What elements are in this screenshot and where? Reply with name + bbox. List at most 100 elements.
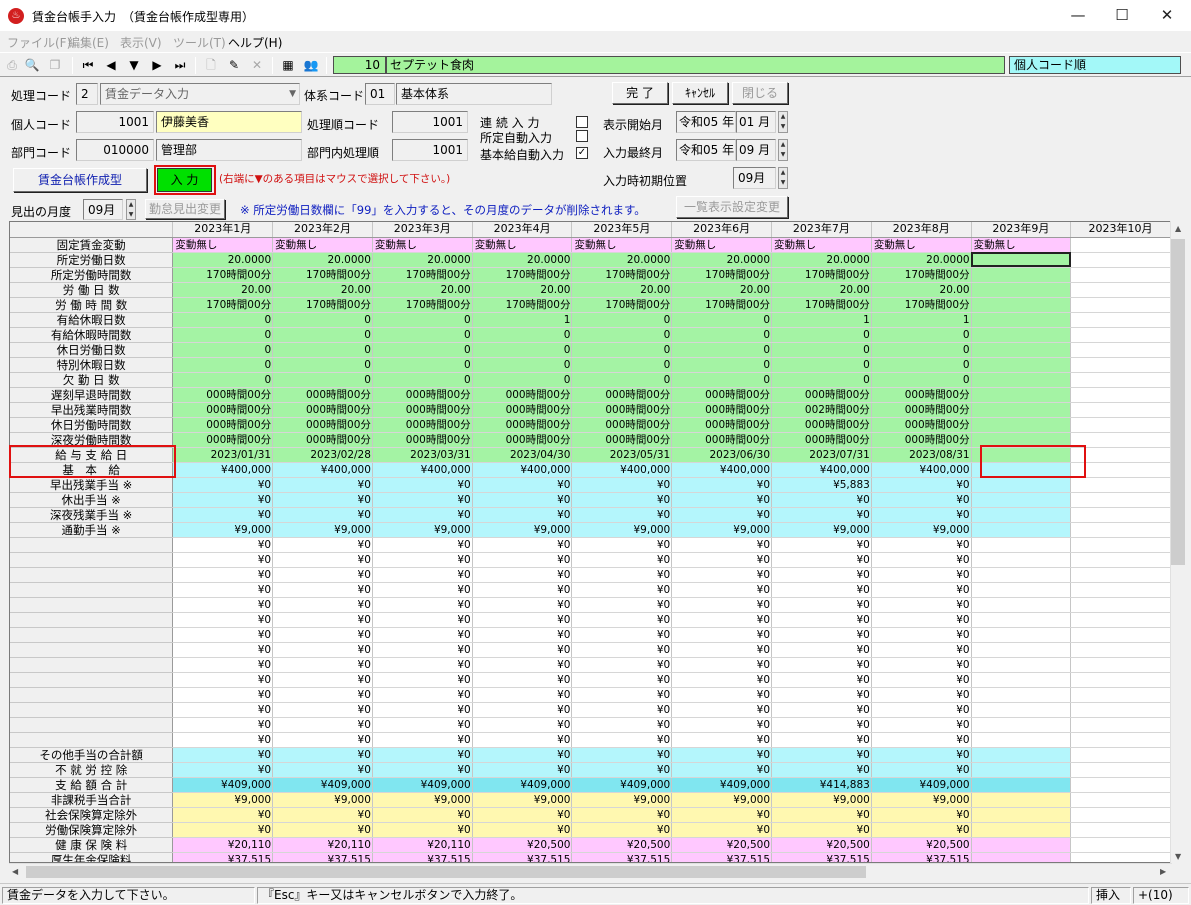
grid-cell[interactable]: ¥0	[671, 762, 773, 778]
grid-cell[interactable]: 170時間00分	[472, 267, 573, 283]
grid-cell[interactable]: ¥0	[771, 732, 872, 748]
grid-cell[interactable]	[1070, 552, 1171, 568]
grid-cell[interactable]: ¥9,000	[372, 792, 473, 808]
init-pos-field[interactable]: 09月	[733, 167, 776, 189]
grid-cell[interactable]: ¥0	[771, 657, 872, 673]
grid-cell[interactable]: 2023/04/30	[472, 447, 573, 463]
grid-cell[interactable]: ¥9,000	[272, 522, 373, 538]
month-header[interactable]: 2023年10月	[1070, 222, 1171, 238]
grid-cell[interactable]: ¥0	[172, 687, 274, 703]
grid-cell[interactable]: ¥0	[472, 612, 573, 628]
grid-cell[interactable]: 0	[372, 342, 473, 358]
grid-cell[interactable]: ¥400,000	[172, 462, 274, 478]
grid-cell[interactable]: 000時間00分	[871, 432, 972, 448]
grid-cell[interactable]	[971, 267, 1072, 283]
heading-month-field[interactable]: 09月	[83, 199, 123, 220]
grid-cell[interactable]: 2023/06/30	[671, 447, 773, 463]
grid-cell[interactable]: ¥0	[272, 732, 373, 748]
grid-cell[interactable]: 変動無し	[472, 237, 573, 253]
scroll-left-icon[interactable]: ◀	[12, 867, 18, 876]
grid-cell[interactable]: ¥0	[372, 597, 473, 613]
grid-cell[interactable]: ¥0	[671, 552, 773, 568]
grid-cell[interactable]: 20.00	[871, 282, 972, 298]
grid-cell[interactable]: ¥0	[172, 507, 274, 523]
grid-cell[interactable]	[971, 702, 1072, 718]
grid-cell[interactable]: ¥0	[671, 732, 773, 748]
grid-cell[interactable]: 0	[172, 357, 274, 373]
grid-cell[interactable]: ¥0	[571, 657, 673, 673]
grid-cell[interactable]: ¥0	[372, 807, 473, 823]
grid-cell[interactable]: ¥0	[871, 657, 972, 673]
grid-cell[interactable]: ¥0	[571, 762, 673, 778]
grid-cell[interactable]: 1	[771, 312, 872, 328]
grid-cell[interactable]	[971, 417, 1072, 433]
grid-cell[interactable]: ¥0	[472, 732, 573, 748]
grid-cell[interactable]	[1070, 297, 1171, 313]
grid-cell[interactable]: ¥400,000	[372, 462, 473, 478]
grid-cell[interactable]	[971, 807, 1072, 823]
grid-cell[interactable]: ¥0	[671, 567, 773, 583]
grid-cell[interactable]: 000時間00分	[172, 432, 274, 448]
grid-cell[interactable]: ¥0	[771, 747, 872, 763]
grid-cell[interactable]: ¥0	[472, 642, 573, 658]
menu-tools[interactable]: ツール(T)	[173, 34, 226, 51]
grid-cell[interactable]: ¥0	[571, 747, 673, 763]
grid-cell[interactable]: ¥0	[272, 627, 373, 643]
grid-cell[interactable]	[1070, 687, 1171, 703]
grid-cell[interactable]	[971, 522, 1072, 538]
grid-cell[interactable]: ¥0	[472, 477, 573, 493]
grid-cell[interactable]: ¥0	[771, 537, 872, 553]
grid-cell[interactable]	[971, 672, 1072, 688]
grid-cell[interactable]: 0	[372, 312, 473, 328]
grid-cell[interactable]	[1070, 522, 1171, 538]
grid-cell[interactable]: 000時間00分	[771, 387, 872, 403]
grid-cell[interactable]: 0	[272, 312, 373, 328]
grid-cell[interactable]: 000時間00分	[272, 417, 373, 433]
grid-cell[interactable]: ¥0	[372, 747, 473, 763]
grid-cell[interactable]: ¥37,515	[671, 852, 773, 862]
grid-cell[interactable]: ¥0	[272, 477, 373, 493]
grid-cell[interactable]: 変動無し	[971, 237, 1072, 253]
grid-cell[interactable]: ¥0	[771, 642, 872, 658]
grid-cell[interactable]: ¥0	[671, 717, 773, 733]
grid-cell[interactable]	[1070, 507, 1171, 523]
auto-input-checkbox[interactable]	[576, 130, 588, 142]
grid-cell[interactable]: ¥0	[671, 657, 773, 673]
grid-cell[interactable]	[1070, 327, 1171, 343]
grid-cell[interactable]: ¥0	[871, 507, 972, 523]
grid-cell[interactable]: 0	[571, 312, 673, 328]
grid-cell[interactable]: ¥37,515	[272, 852, 373, 862]
grid-cell[interactable]	[971, 717, 1072, 733]
grid-cell[interactable]	[1070, 417, 1171, 433]
grid-cell[interactable]: ¥0	[372, 657, 473, 673]
grid-cell[interactable]: ¥0	[472, 582, 573, 598]
grid-cell[interactable]: ¥9,000	[571, 792, 673, 808]
grid-cell[interactable]	[971, 477, 1072, 493]
scroll-right-icon[interactable]: ▶	[1160, 867, 1166, 876]
grid-cell[interactable]	[1070, 447, 1171, 463]
grid-cell[interactable]	[1070, 612, 1171, 628]
grid-cell[interactable]: 0	[571, 357, 673, 373]
vertical-scroll-thumb[interactable]	[1171, 239, 1185, 565]
grid-cell[interactable]: ¥0	[871, 537, 972, 553]
grid-cell[interactable]: 170時間00分	[372, 297, 473, 313]
grid-cell[interactable]: ¥0	[272, 657, 373, 673]
grid-cell[interactable]	[1070, 732, 1171, 748]
grid-cell[interactable]: ¥37,515	[472, 852, 573, 862]
grid-cell[interactable]: ¥0	[671, 672, 773, 688]
grid-cell[interactable]: ¥0	[172, 552, 274, 568]
grid-cell[interactable]: ¥0	[272, 552, 373, 568]
grid-cell[interactable]: ¥0	[871, 702, 972, 718]
grid-cell[interactable]: 0	[272, 327, 373, 343]
grid-cell[interactable]: ¥0	[172, 657, 274, 673]
grid-cell[interactable]	[971, 402, 1072, 418]
sort-order-field[interactable]: 個人コード順	[1009, 56, 1181, 74]
grid-cell[interactable]: ¥0	[871, 717, 972, 733]
grid-cell[interactable]: 0	[472, 327, 573, 343]
grid-cell[interactable]	[971, 642, 1072, 658]
grid-cell[interactable]: 変動無し	[172, 237, 274, 253]
grid-cell[interactable]: ¥0	[472, 627, 573, 643]
grid-cell[interactable]: ¥0	[771, 627, 872, 643]
grid-cell[interactable]: ¥0	[272, 687, 373, 703]
grid-cell[interactable]: 0	[172, 372, 274, 388]
